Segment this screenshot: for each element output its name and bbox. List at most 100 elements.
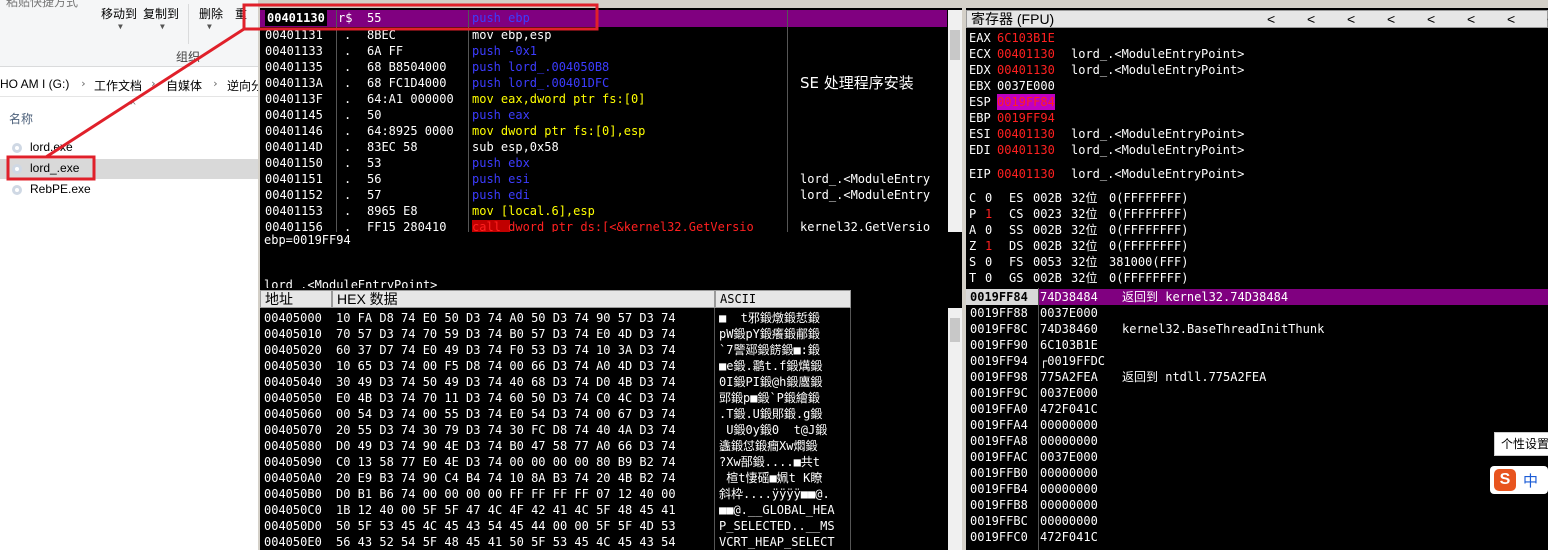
breadcrumb-folder[interactable]: 自媒体 bbox=[166, 77, 202, 94]
register-row[interactable]: EDI 00401130 lord_.<ModuleEntryPoint> bbox=[966, 142, 1546, 158]
register-row[interactable]: ECX 00401130 lord_.<ModuleEntryPoint> bbox=[966, 46, 1546, 62]
dump-col-hex[interactable]: HEX 数据 bbox=[332, 290, 715, 308]
chevron-right-icon[interactable]: › bbox=[212, 77, 219, 90]
chevron-left-icon[interactable]: < bbox=[1467, 11, 1475, 27]
chevron-left-icon[interactable]: < bbox=[1347, 11, 1355, 27]
stack-pane[interactable]: 0019FF84 74D38484 返回到 kernel32.74D38484 001… bbox=[966, 288, 1548, 550]
register-row[interactable]: EBP 0019FF94 bbox=[966, 110, 1546, 126]
dump-row[interactable]: 00405010 70 57 D3 74 70 59 D3 74 B0 57 D3… bbox=[260, 326, 946, 342]
dump-row[interactable]: 004050C0 1B 12 40 00 5F 5F 47 4C 4F 42 41… bbox=[260, 502, 946, 518]
disasm-row[interactable]: 00401156. FF15 280410 call dword ptr ds:[<… bbox=[260, 219, 947, 232]
dump-col-ascii[interactable]: ASCII bbox=[715, 290, 851, 308]
dump-pane[interactable]: 地址 HEX 数据 ASCII 00405000 10 FA D8 74 E0 5… bbox=[260, 288, 962, 550]
dump-row[interactable]: 00405060 00 54 D3 74 00 55 D3 74 E0 54 D3… bbox=[260, 406, 946, 422]
dump-row[interactable]: 00405030 10 65 D3 74 00 F5 D8 74 00 66 D3… bbox=[260, 358, 946, 374]
chevron-left-icon[interactable]: < bbox=[1267, 11, 1275, 27]
registers-header[interactable]: 寄存器 (FPU) <<<<<<<< bbox=[966, 10, 1548, 28]
vertical-splitter[interactable] bbox=[962, 0, 966, 550]
stack-row[interactable]: 0019FFA0 472F041C bbox=[966, 401, 1548, 417]
disasm-row[interactable]: 00401146. 64:8925 0000 mov dword ptr fs:[0… bbox=[260, 123, 947, 139]
dump-row[interactable]: 004050B0 D0 B1 B6 74 00 00 00 00 FF FF FF… bbox=[260, 486, 946, 502]
vertical-splitter[interactable] bbox=[258, 0, 260, 550]
flag-row[interactable]: P 1 CS 0023 32位 0(FFFFFFFF) bbox=[966, 206, 1546, 222]
dump-row[interactable]: 00405090 C0 13 58 77 E0 4E D3 74 00 00 00… bbox=[260, 454, 946, 470]
copy-to-button[interactable]: 复制到 bbox=[143, 5, 179, 22]
stack-row[interactable]: 0019FF9C 0037E000 bbox=[966, 385, 1548, 401]
chevron-left-icon[interactable]: < bbox=[1507, 11, 1515, 27]
stack-row[interactable]: 0019FFB4 00000000 bbox=[966, 481, 1548, 497]
dump-row[interactable]: 004050E0 56 43 52 54 5F 48 45 41 50 5F 53… bbox=[260, 534, 946, 550]
disasm-row[interactable]: 0040113A. 68 FC1D4000 push lord_.00401DFC S… bbox=[260, 75, 947, 91]
dump-col-address[interactable]: 地址 bbox=[260, 290, 332, 308]
registers-pane[interactable]: 寄存器 (FPU) <<<<<<<< EAX6C103B1EECX0040113… bbox=[966, 8, 1548, 288]
chevron-left-icon[interactable]: < bbox=[1427, 11, 1435, 27]
disasm-row[interactable]: 00401152. 57 push edi lord_.<ModuleEntry bbox=[260, 187, 947, 203]
dump-row[interactable]: 00405040 30 49 D3 74 50 49 D3 74 40 68 D3… bbox=[260, 374, 946, 390]
disasm-row[interactable]: 0040114D. 83EC 58 sub esp,0x58 bbox=[260, 139, 947, 155]
stack-row[interactable]: 0019FFB8 00000000 bbox=[966, 497, 1548, 513]
register-row[interactable]: EDX 00401130 lord_.<ModuleEntryPoint> bbox=[966, 62, 1546, 78]
scroll-thumb[interactable] bbox=[950, 30, 960, 60]
register-row[interactable]: ESI 00401130 lord_.<ModuleEntryPoint> bbox=[966, 126, 1546, 142]
dump-row[interactable]: 004050D0 50 5F 53 45 4C 45 43 54 45 44 00… bbox=[260, 518, 946, 534]
register-row-eip[interactable]: EIP 00401130 lord_.<ModuleEntryPoint> bbox=[966, 166, 1546, 182]
stack-row[interactable]: 0019FFC0 472F041C bbox=[966, 529, 1548, 545]
breadcrumb-drive[interactable]: HO AM I (G:) bbox=[0, 77, 69, 91]
disasm-row[interactable]: 00401151. 56 push esi lord_.<ModuleEntry bbox=[260, 171, 947, 187]
dump-row[interactable]: 00405050 E0 4B D3 74 70 11 D3 74 60 50 D3… bbox=[260, 390, 946, 406]
register-row[interactable]: ESP 0019FF84 bbox=[966, 94, 1546, 110]
file-item[interactable]: lord.exe bbox=[8, 138, 258, 158]
current-instruction-row[interactable]: 00401130 r$ 55 push ebp bbox=[260, 10, 947, 27]
flag-row[interactable]: T 0 GS 002B 32位 0(FFFFFFFF) bbox=[966, 270, 1546, 286]
ime-toolbar[interactable]: S 中 bbox=[1490, 466, 1548, 494]
ime-mode-toggle[interactable]: 中 bbox=[1523, 470, 1538, 491]
register-row[interactable]: EAX 6C103B1E bbox=[966, 30, 1546, 46]
flag-row[interactable]: A 0 SS 002B 32位 0(FFFFFFFF) bbox=[966, 222, 1546, 238]
disasm-row[interactable]: 00401150. 53 push ebx bbox=[260, 155, 947, 171]
address-bar[interactable]: HO AM I (G:) › 工作文档 › 自媒体 › 逆向分 bbox=[0, 72, 258, 97]
stack-row[interactable]: 0019FFA4 00000000 bbox=[966, 417, 1548, 433]
flag-row[interactable]: Z 1 DS 002B 32位 0(FFFFFFFF) bbox=[966, 238, 1546, 254]
breadcrumb-folder[interactable]: 工作文档 bbox=[94, 77, 142, 94]
flag-row[interactable]: S 0 FS 0053 32位 381000(FFF) bbox=[966, 254, 1546, 270]
chevron-left-icon[interactable]: < bbox=[1307, 11, 1315, 27]
disasm-row[interactable]: 00401153. 8965 E8 mov [local.6],esp bbox=[260, 203, 947, 219]
delete-button[interactable]: 删除 bbox=[199, 5, 223, 22]
disasm-row[interactable]: 00401131. 8BEC mov ebp,esp bbox=[260, 27, 947, 43]
dump-row[interactable]: 004050A0 20 E9 B3 74 90 C4 B4 74 10 8A B3… bbox=[260, 470, 946, 486]
stack-row[interactable]: 0019FF94 ┌0019FFDC bbox=[966, 353, 1548, 369]
chevron-right-icon[interactable]: › bbox=[150, 77, 157, 90]
scroll-thumb[interactable] bbox=[950, 318, 960, 342]
stack-row[interactable]: 0019FFBC 00000000 bbox=[966, 513, 1548, 529]
paste-shortcut-label[interactable]: 粘贴快捷方式 bbox=[6, 0, 78, 10]
dump-row[interactable]: 00405080 D0 49 D3 74 90 4E D3 74 B0 47 58… bbox=[260, 438, 946, 454]
file-item[interactable]: RebPE.exe bbox=[8, 180, 258, 200]
stack-row[interactable]: 0019FFB0 00000000 bbox=[966, 465, 1548, 481]
disasm-row[interactable]: 0040113F. 64:A1 000000 mov eax,dword ptr f… bbox=[260, 91, 947, 107]
disassembly-pane[interactable]: 00401130 r$ 55 push ebp 00401131. 8BEC mov… bbox=[260, 0, 962, 232]
chevron-left-icon[interactable]: < bbox=[1387, 11, 1395, 27]
disasm-row[interactable]: 00401145. 50 push eax bbox=[260, 107, 947, 123]
file-item-selected[interactable]: lord_.exe bbox=[0, 159, 258, 179]
stack-row[interactable]: 0019FF98 775A2FEA 返回到 ntdll.775A2FEA bbox=[966, 369, 1548, 385]
chevron-right-icon[interactable]: › bbox=[80, 77, 87, 90]
dump-scrollbar[interactable] bbox=[948, 308, 962, 550]
stack-row[interactable]: 0019FF90 6C103B1E bbox=[966, 337, 1548, 353]
disasm-row[interactable]: 00401135. 68 B8504000 push lord_.004050B8 bbox=[260, 59, 947, 75]
dump-row[interactable]: 00405070 20 55 D3 74 30 79 D3 74 30 FC D8… bbox=[260, 422, 946, 438]
stack-row[interactable]: 0019FF8C 74D38460 kernel32.BaseThreadInitT… bbox=[966, 321, 1548, 337]
flag-row[interactable]: C 0 ES 002B 32位 0(FFFFFFFF) bbox=[966, 190, 1546, 206]
column-header-name[interactable]: 名称 ^ bbox=[0, 101, 258, 128]
sogou-logo-icon[interactable]: S bbox=[1494, 469, 1516, 491]
rename-button[interactable]: 重 bbox=[235, 5, 247, 22]
dump-row[interactable]: 00405020 60 37 D7 74 E0 49 D3 74 F0 53 D3… bbox=[260, 342, 946, 358]
breadcrumb-folder[interactable]: 逆向分 bbox=[227, 77, 258, 94]
stack-row[interactable]: 0019FFA8 00000000 bbox=[966, 433, 1548, 449]
disassembly-scrollbar[interactable] bbox=[948, 10, 962, 232]
stack-row[interactable]: 0019FF84 74D38484 返回到 kernel32.74D38484 bbox=[966, 289, 1548, 305]
dump-row[interactable]: 00405000 10 FA D8 74 E0 50 D3 74 A0 50 D3… bbox=[260, 310, 946, 326]
stack-row[interactable]: 0019FFAC 0037E000 bbox=[966, 449, 1548, 465]
register-row[interactable]: EBX 0037E000 bbox=[966, 78, 1546, 94]
move-to-button[interactable]: 移动到 bbox=[101, 5, 137, 22]
stack-row[interactable]: 0019FF88 0037E000 bbox=[966, 305, 1548, 321]
